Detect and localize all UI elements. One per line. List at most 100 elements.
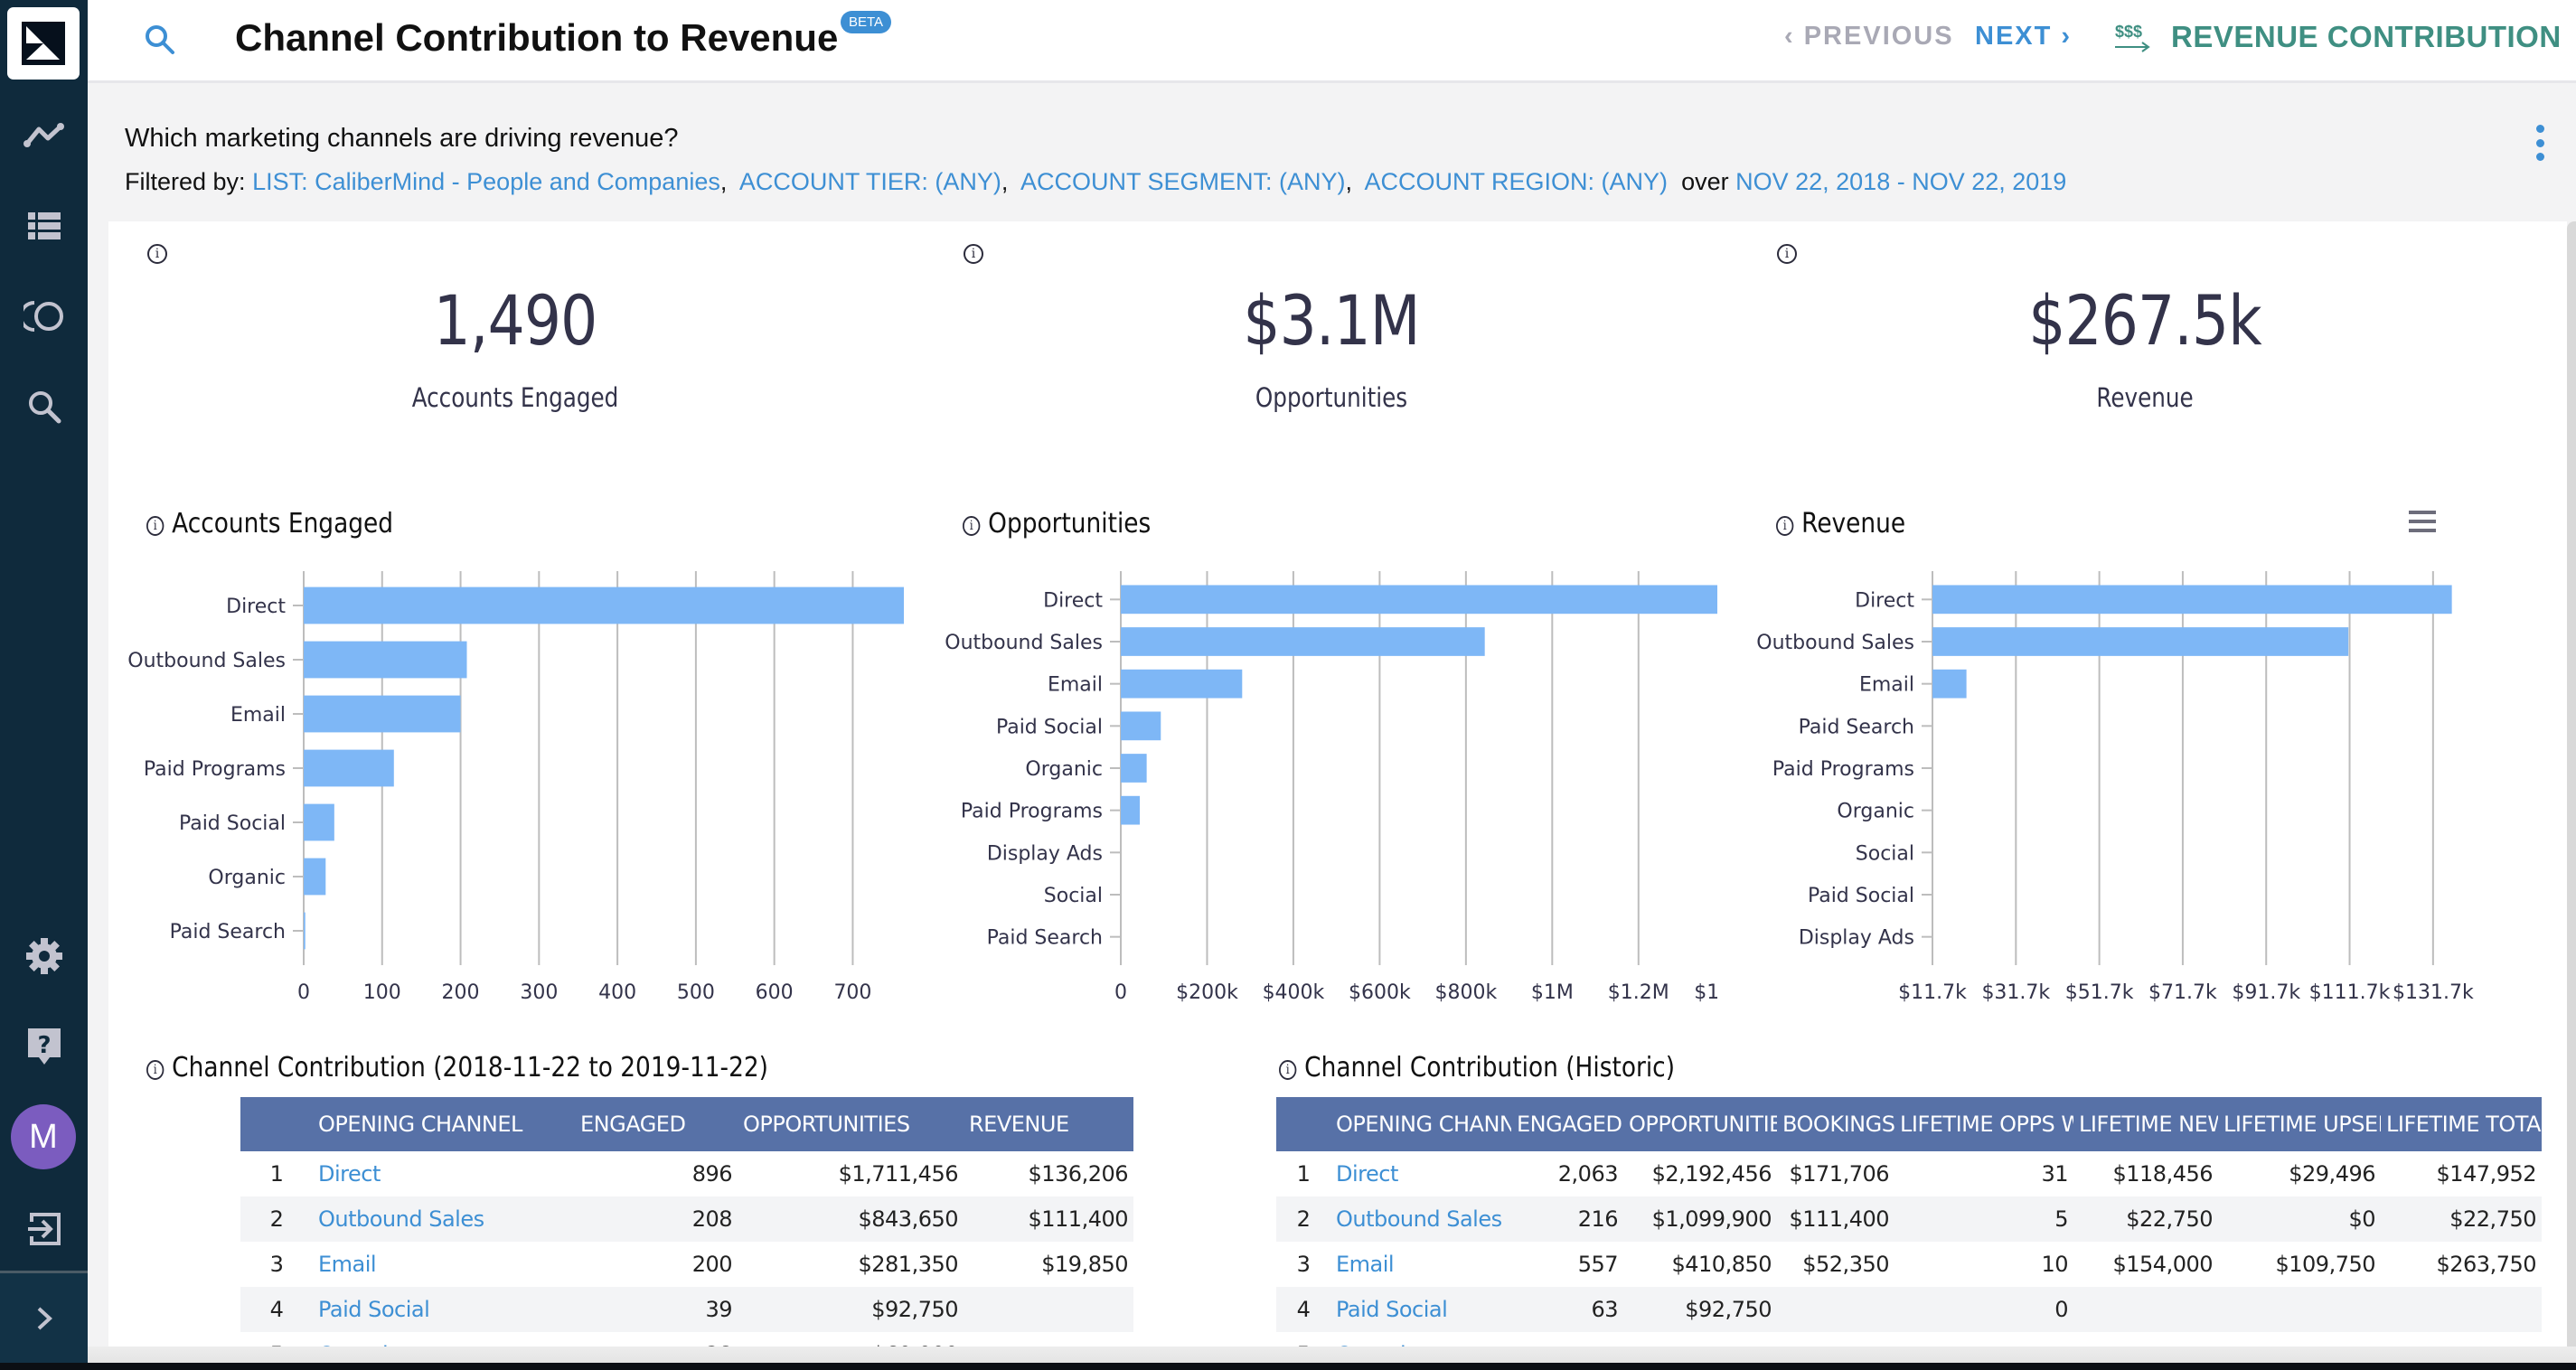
y-category-label: Paid Search (987, 927, 1103, 950)
table-row: 4 Paid Social 39 $92,750 (240, 1287, 1133, 1332)
y-category-label: Organic (208, 867, 286, 889)
bar-outbound-sales[interactable] (1121, 627, 1485, 656)
column-header[interactable]: ENGAGED (575, 1097, 738, 1151)
header-search-button[interactable] (144, 23, 176, 60)
column-header[interactable]: OPENING CHANNEL (1330, 1097, 1511, 1151)
bar-organic[interactable] (1121, 754, 1147, 783)
sidebar-item-trends[interactable] (0, 108, 88, 163)
bar-organic[interactable] (304, 858, 326, 896)
logout-icon (27, 1213, 61, 1245)
x-tick-label: 400 (598, 981, 636, 1003)
sidebar-expand-button[interactable] (0, 1291, 88, 1346)
channel-link[interactable]: Direct (1330, 1151, 1511, 1196)
column-header[interactable]: OPPORTUNITIES (738, 1097, 964, 1151)
column-header[interactable] (240, 1097, 313, 1151)
channel-link[interactable]: Email (1330, 1242, 1511, 1287)
bar-outbound-sales[interactable] (304, 641, 467, 679)
sidebar-item-logout[interactable] (0, 1202, 88, 1256)
info-icon[interactable]: i (147, 244, 167, 264)
sidebar-item-settings[interactable] (0, 929, 88, 983)
column-header[interactable]: LIFETIME UPSELL (2218, 1097, 2381, 1151)
vertical-scrollbar[interactable] (2567, 221, 2576, 1363)
info-icon[interactable]: i (1776, 516, 1794, 536)
next-label: NEXT (1975, 22, 2053, 51)
table-row: 4 Paid Social 63 $92,750 0 (1276, 1287, 2542, 1332)
revenue-report-icon: $$$ (2115, 23, 2151, 56)
channel-link[interactable]: Outbound Sales (1330, 1196, 1511, 1242)
filter-list[interactable]: LIST: CaliberMind - People and Companies (252, 168, 720, 195)
horizontal-scrollbar-track[interactable] (88, 1347, 2576, 1363)
gear-icon (25, 938, 62, 974)
table-cell (1777, 1287, 1894, 1332)
column-header[interactable]: REVENUE (964, 1097, 1133, 1151)
x-tick-label: 0 (297, 981, 310, 1003)
x-tick-label: $400k (1263, 981, 1325, 1003)
bar-paid-social[interactable] (304, 803, 334, 841)
help-icon: ? (27, 1028, 61, 1065)
filter-account-tier[interactable]: ACCOUNT TIER: (ANY) (739, 168, 1001, 195)
bar-direct[interactable] (1932, 585, 2452, 615)
menu-line (2409, 511, 2436, 514)
channel-link[interactable]: Paid Social (1330, 1287, 1511, 1332)
x-tick-label: $1.4M (1694, 981, 1717, 1003)
bar-paid-social[interactable] (1121, 711, 1161, 741)
kpi-value: $3.1M (1243, 280, 1420, 361)
app-logo[interactable] (7, 7, 80, 80)
sidebar-item-search[interactable] (0, 380, 88, 434)
sidebar-item-help[interactable]: ? (0, 1019, 88, 1074)
channel-link[interactable]: Outbound Sales (313, 1196, 575, 1242)
column-header[interactable]: OPPORTUNITIES (1623, 1097, 1777, 1151)
table-cell: $1,711,456 (838, 1161, 959, 1187)
filter-account-region[interactable]: ACCOUNT REGION: (ANY) (1365, 168, 1669, 195)
bar-direct[interactable] (1121, 585, 1717, 615)
row-index: 2 (240, 1196, 313, 1242)
filter-account-segment[interactable]: ACCOUNT SEGMENT: (ANY) (1020, 168, 1346, 195)
column-header[interactable]: LIFETIME OPPS WON (1894, 1097, 2073, 1151)
info-icon[interactable]: i (963, 516, 981, 536)
column-header[interactable]: ENGAGED (1511, 1097, 1623, 1151)
bar-email[interactable] (304, 695, 461, 733)
column-header[interactable]: BOOKINGS (1777, 1097, 1894, 1151)
table-cell: $147,952 (2436, 1161, 2536, 1187)
table-cell (2218, 1287, 2381, 1332)
column-header[interactable] (1276, 1097, 1330, 1151)
bar-outbound-sales[interactable] (1932, 627, 2349, 656)
kpi-revenue: i $267.5k Revenue (1738, 221, 2552, 456)
column-header[interactable]: OPENING CHANNEL (313, 1097, 575, 1151)
channel-link[interactable]: Direct (313, 1151, 575, 1196)
sidebar-item-journeys[interactable] (0, 289, 88, 343)
channel-link[interactable]: Paid Social (313, 1287, 575, 1332)
next-button[interactable]: NEXT › (1975, 22, 2072, 52)
column-header[interactable]: LIFETIME NEW (2073, 1097, 2218, 1151)
bar-paid-search[interactable] (304, 912, 306, 950)
x-tick-label: $111.7k (2309, 981, 2391, 1003)
info-icon[interactable]: i (146, 516, 165, 536)
x-tick-label: 600 (756, 981, 794, 1003)
info-icon[interactable]: i (1777, 244, 1797, 264)
kpi-value: 1,490 (433, 280, 598, 361)
row-index: 4 (1276, 1287, 1330, 1332)
arrow-right-icon (2115, 42, 2150, 52)
chart-menu-button[interactable] (2409, 511, 2436, 538)
channel-link[interactable]: Email (313, 1242, 575, 1287)
list-icon (27, 212, 61, 239)
bar-email[interactable] (1932, 669, 1967, 699)
sidebar-item-lists[interactable] (0, 199, 88, 253)
chevron-right-icon: › (2052, 22, 2073, 51)
table-cell: $281,350 (858, 1252, 958, 1277)
row-index: 1 (269, 1161, 284, 1187)
filter-date-range[interactable]: NOV 22, 2018 - NOV 22, 2019 (1735, 168, 2066, 195)
previous-button[interactable]: ‹ PREVIOUS (1784, 22, 1954, 52)
more-options-button[interactable] (2531, 125, 2549, 161)
column-header[interactable]: LIFETIME TOTAL (2381, 1097, 2542, 1151)
bar-direct[interactable] (304, 586, 904, 624)
info-icon[interactable]: i (146, 1060, 165, 1080)
user-avatar[interactable]: M (11, 1104, 76, 1169)
bar-paid-programs[interactable] (1121, 795, 1141, 825)
table-cell: 5 (1894, 1196, 2073, 1242)
info-icon[interactable]: i (964, 244, 983, 264)
bar-email[interactable] (1121, 669, 1243, 699)
report-selector-dropdown[interactable]: REVENUE CONTRIBUTION (2171, 20, 2576, 54)
bar-paid-programs[interactable] (304, 749, 394, 787)
info-icon[interactable]: i (1279, 1060, 1297, 1080)
